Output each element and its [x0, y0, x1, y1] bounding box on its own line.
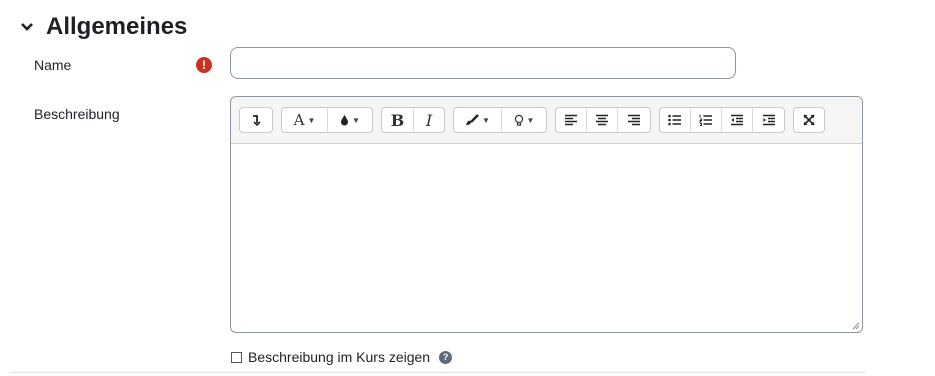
show-description-label[interactable]: Beschreibung im Kurs zeigen [248, 349, 430, 365]
indent-icon[interactable] [753, 108, 784, 132]
resize-handle-icon[interactable] [850, 320, 860, 330]
exclamation-circle-icon: ! [196, 57, 212, 73]
align-right-icon[interactable] [618, 108, 650, 132]
collapse-toggle-icon[interactable] [240, 108, 272, 132]
ordered-list-icon[interactable] [691, 108, 722, 132]
toolbar-group-lists [659, 107, 785, 133]
section-divider [10, 372, 866, 373]
italic-icon[interactable]: I [414, 108, 444, 132]
section-title: Allgemeines [46, 13, 188, 40]
chevron-down-icon[interactable] [18, 18, 36, 36]
fullscreen-icon[interactable] [794, 108, 824, 132]
align-center-icon[interactable] [587, 108, 618, 132]
toolbar-group-align [555, 107, 651, 133]
name-label: Name [34, 57, 72, 73]
show-description-row: Beschreibung im Kurs zeigen ? [231, 349, 453, 365]
question-circle-icon[interactable]: ? [439, 350, 453, 364]
description-label: Beschreibung [34, 106, 120, 122]
toolbar-group-collapse [239, 107, 273, 133]
background-color-icon[interactable]: ▼ [328, 108, 372, 132]
description-editor[interactable]: A ▼ ▼ B I ▼ ▼ [230, 96, 863, 333]
toolbar-group-colors: A ▼ ▼ [281, 107, 373, 133]
toolbar-group-fullscreen [793, 107, 825, 133]
editor-toolbar: A ▼ ▼ B I ▼ ▼ [231, 97, 862, 144]
align-left-icon[interactable] [556, 108, 587, 132]
section-header[interactable]: Allgemeines [18, 10, 187, 44]
paint-brush-icon[interactable]: ▼ [454, 108, 502, 132]
lightbulb-icon[interactable]: ▼ [502, 108, 546, 132]
unordered-list-icon[interactable] [660, 108, 691, 132]
name-field[interactable] [230, 47, 736, 79]
show-description-checkbox[interactable] [231, 351, 242, 363]
font-color-icon[interactable]: A ▼ [282, 108, 328, 132]
toolbar-group-insert: ▼ ▼ [453, 107, 547, 133]
toolbar-group-text-style: B I [381, 107, 445, 133]
outdent-icon[interactable] [722, 108, 753, 132]
bold-icon[interactable]: B [382, 108, 414, 132]
